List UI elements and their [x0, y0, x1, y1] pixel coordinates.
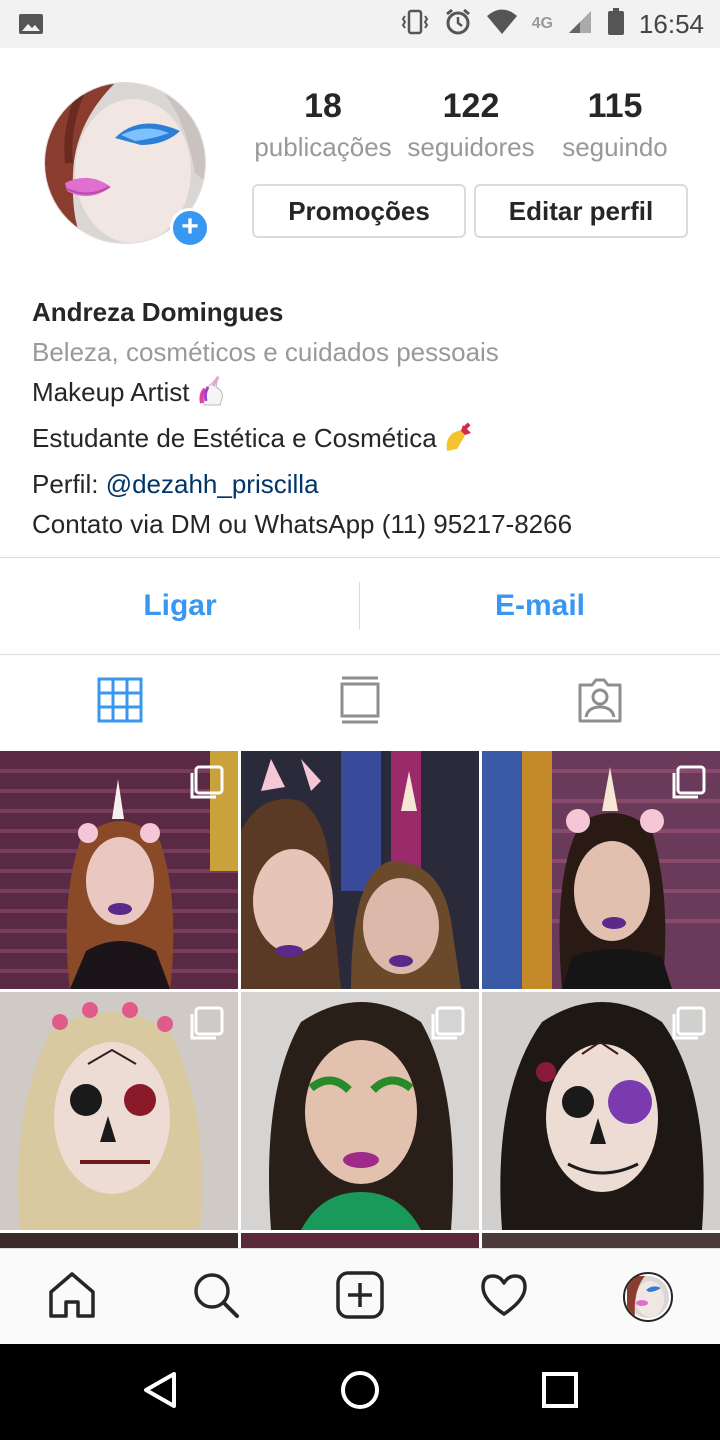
recents-square-icon	[540, 1370, 580, 1415]
tab-feed[interactable]	[240, 655, 480, 749]
bio-line: Makeup Artist	[32, 372, 702, 418]
nav-new-post[interactable]	[288, 1249, 432, 1345]
following-number: 115	[587, 87, 643, 125]
bio-text-makeup: Makeup Artist	[32, 377, 190, 407]
back-triangle-icon	[140, 1370, 180, 1415]
search-icon	[191, 1270, 241, 1325]
bio-text-student: Estudante de Estética e Cosmética	[32, 423, 437, 453]
wifi-icon	[486, 9, 518, 40]
email-button[interactable]: E-mail	[360, 558, 720, 654]
add-story-button[interactable]: +	[170, 208, 210, 248]
bio-text-contact: Contato via DM ou WhatsApp (11) 95217-82…	[32, 509, 573, 539]
status-bar: 4G 16:54	[0, 0, 720, 48]
bio-mention-link[interactable]: @dezahh_priscilla	[106, 469, 319, 499]
profile-avatar[interactable]: +	[44, 82, 210, 248]
image-icon	[18, 12, 44, 41]
profile-bio: Andreza Domingues Beleza, cosméticos e c…	[32, 292, 702, 544]
posts-count[interactable]: 18 publicações	[250, 84, 396, 166]
bio-line: Perfil: @dezahh_priscilla	[32, 464, 702, 504]
recents-button[interactable]	[500, 1344, 620, 1440]
edit-profile-button[interactable]: Editar perfil	[474, 184, 688, 238]
multiple-photos-icon	[190, 765, 224, 799]
post-thumbnail[interactable]	[482, 992, 720, 1230]
unicorn-emoji-icon	[196, 375, 228, 418]
tab-tagged[interactable]	[480, 655, 720, 749]
new-post-icon	[335, 1270, 385, 1325]
activity-heart-icon	[479, 1272, 529, 1323]
bio-text-profile: Perfil:	[32, 469, 106, 499]
multiple-photos-icon	[672, 765, 706, 799]
battery-icon	[607, 7, 625, 41]
tab-grid[interactable]	[0, 655, 240, 749]
nav-home[interactable]	[0, 1249, 144, 1345]
system-navigation-bar	[0, 1344, 720, 1440]
followers-number: 122	[442, 87, 500, 125]
multiple-photos-icon	[672, 1006, 706, 1040]
post-thumbnail[interactable]	[241, 751, 479, 989]
home-button[interactable]	[300, 1344, 420, 1440]
feed-icon	[340, 676, 380, 729]
post-thumbnail[interactable]	[0, 751, 238, 989]
signal-icon	[567, 9, 593, 40]
followers-label: seguidores	[407, 132, 535, 162]
promotions-button[interactable]: Promoções	[252, 184, 466, 238]
vibrate-icon	[400, 8, 430, 41]
bio-line: Estudante de Estética e Cosmética	[32, 418, 702, 464]
multiple-photos-icon	[431, 1006, 465, 1040]
posts-number: 18	[304, 87, 342, 125]
profile-avatar	[623, 1272, 673, 1322]
post-thumbnail[interactable]	[482, 751, 720, 989]
alarm-icon	[444, 8, 472, 41]
nav-activity[interactable]	[432, 1249, 576, 1345]
clock: 16:54	[638, 8, 704, 39]
back-button[interactable]	[100, 1344, 220, 1440]
call-button[interactable]: Ligar	[0, 558, 360, 654]
nav-search[interactable]	[144, 1249, 288, 1345]
posts-label: publicações	[254, 132, 392, 162]
profile-stats: 18 publicações 122 seguidores 115 seguin…	[250, 84, 690, 174]
contact-bar: Ligar E-mail	[0, 558, 720, 654]
profile-tabs	[0, 655, 720, 749]
profile-name: Andreza Domingues	[32, 297, 284, 327]
profile-category: Beleza, cosméticos e cuidados pessoais	[32, 337, 499, 367]
grid-icon	[97, 677, 143, 728]
following-count[interactable]: 115 seguindo	[540, 84, 690, 166]
followers-count[interactable]: 122 seguidores	[396, 84, 546, 166]
home-circle-icon	[340, 1370, 380, 1415]
post-thumbnail[interactable]	[0, 992, 238, 1230]
posts-grid	[0, 751, 720, 1251]
nav-profile[interactable]	[576, 1249, 720, 1345]
nail-polish-emoji-icon	[443, 421, 475, 464]
bottom-navigation	[0, 1248, 720, 1344]
tagged-icon	[576, 677, 624, 728]
multiple-photos-icon	[190, 1006, 224, 1040]
home-icon	[47, 1270, 97, 1325]
post-thumbnail[interactable]	[241, 992, 479, 1230]
network-type: 4G	[531, 15, 553, 32]
following-label: seguindo	[562, 132, 668, 162]
